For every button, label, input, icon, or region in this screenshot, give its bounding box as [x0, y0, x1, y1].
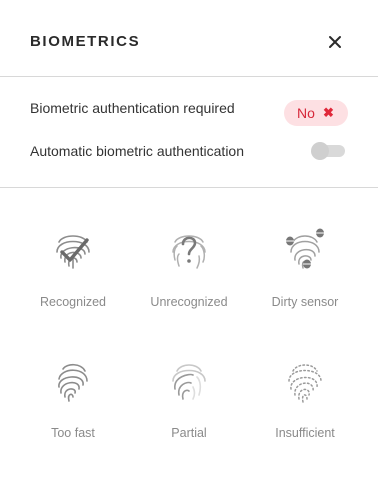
fingerprint-states-grid: Recognized Unrecognized Dirty sensor Too… [0, 188, 378, 494]
state-tile-dirty-sensor: Dirty sensor [247, 228, 363, 338]
automatic-biometric-toggle[interactable] [311, 142, 345, 160]
settings-section: Biometric authentication required No ✖ A… [0, 77, 378, 188]
close-button[interactable] [326, 33, 344, 51]
badge-value: No [297, 105, 315, 121]
state-label-recognized: Recognized [39, 295, 106, 309]
cross-icon: ✖ [323, 105, 334, 120]
state-label-insufficient: Insufficient [275, 426, 335, 440]
panel-header: BIOMETRICS [0, 0, 378, 77]
state-label-dirty-sensor: Dirty sensor [271, 295, 339, 309]
fingerprint-partial-icon [172, 364, 206, 400]
state-tile-too-fast: Too fast [15, 359, 131, 469]
panel-title: BIOMETRICS [30, 33, 141, 50]
state-label-unrecognized: Unrecognized [150, 295, 228, 309]
fingerprint-bugs-icon [286, 228, 324, 269]
fingerprint-check-icon [56, 235, 90, 269]
state-tile-partial: Partial [131, 359, 247, 469]
fingerprint-dotted-icon [288, 364, 322, 403]
fingerprint-fast-icon [58, 363, 88, 402]
biometric-required-badge[interactable]: No ✖ [284, 100, 348, 126]
biometrics-panel: BIOMETRICS Biometric authentication requ… [0, 0, 378, 494]
close-icon [329, 36, 341, 48]
toggle-knob [311, 142, 329, 160]
biometric-required-label: Biometric authentication required [30, 100, 235, 116]
state-tile-recognized: Recognized [15, 228, 131, 338]
state-tile-unrecognized: Unrecognized [131, 228, 247, 338]
state-label-partial: Partial [171, 426, 207, 440]
automatic-biometric-label: Automatic biometric authentication [30, 143, 244, 159]
state-tile-insufficient: Insufficient [247, 359, 363, 469]
state-label-too-fast: Too fast [51, 426, 95, 440]
fingerprint-question-icon [172, 235, 206, 269]
